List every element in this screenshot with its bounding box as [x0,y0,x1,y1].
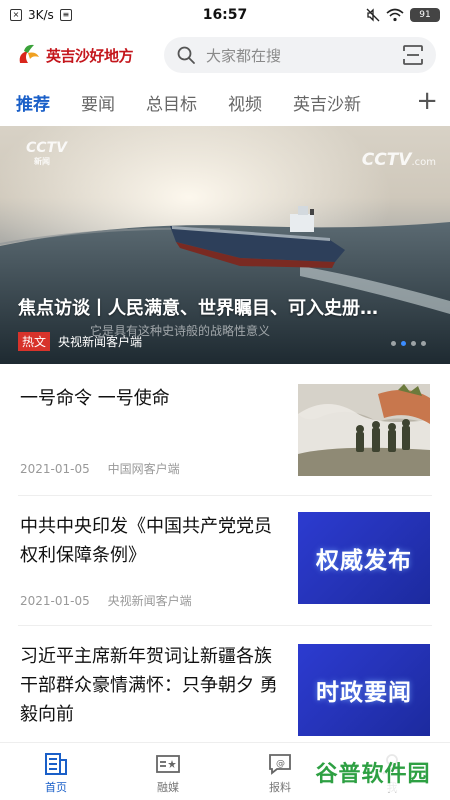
article-meta: 2021-01-05 中国网客户端 [20,460,194,477]
channel-tabs: 推荐 要闻 总目标 视频 英吉沙新 + [0,80,450,124]
battery-icon: 91 [410,8,440,22]
article-title[interactable]: 中共中央印发《中国共产党党员权利保障条例》 [20,512,285,570]
tab-video[interactable]: 视频 [228,90,262,115]
wifi-icon [386,8,404,22]
scan-icon[interactable] [402,44,424,66]
notification-icon: × [10,9,22,21]
cctv-news-logo: CCTV 新闻 [26,140,67,166]
nav-label: 融媒 [157,781,179,794]
article-source: 央视新闻客户端 [107,594,192,608]
nav-label: 报料 [269,781,291,794]
hero-banner[interactable]: CCTV 新闻 CCTV.com 它是具有这种史诗般的战略性意义 焦点访谈丨人民满… [0,126,450,364]
report-icon: @ [269,754,291,775]
media-icon [156,755,180,773]
app-logo[interactable]: 英吉沙好地方 [14,41,154,69]
app-header: 英吉沙好地方 大家都在搜 [0,30,450,80]
cctv-com-logo: CCTV.com [361,150,436,170]
add-channel-icon[interactable]: + [416,88,438,114]
article-thumbnail[interactable]: 时政要闻 [298,644,430,736]
hero-title[interactable]: 焦点访谈丨人民满意、世界瞩目、可入史册… [18,294,428,320]
tab-headlines[interactable]: 要闻 [81,90,115,115]
hot-badge: 热文 [18,332,51,351]
message-icon: ≡ [59,9,72,21]
article-meta: 2021-01-05 央视新闻客户端 [20,592,206,609]
tab-local-news[interactable]: 英吉沙新 [293,90,371,115]
watermark: 谷普软件园 [305,752,441,792]
divider [18,625,432,626]
divider [18,495,432,496]
carousel-dot[interactable] [421,341,426,346]
article-thumbnail[interactable]: 权威发布 [298,512,430,604]
thumbnail-text: 时政要闻 [316,680,412,706]
search-input[interactable]: 大家都在搜 [206,45,402,66]
nav-label: 首页 [45,781,67,794]
status-left: × 3K/s ≡ [10,8,72,22]
tab-recommend[interactable]: 推荐 [16,90,50,115]
soldiers-photo [298,384,430,476]
carousel-dot-active[interactable] [401,341,406,346]
carousel-dot[interactable] [391,341,396,346]
app-name: 英吉沙好地方 [46,46,134,65]
article-source: 中国网客户端 [107,462,180,476]
mute-icon [366,8,380,22]
tab-goals[interactable]: 总目标 [146,90,197,115]
article-thumbnail[interactable] [298,384,430,476]
hero-source: 央视新闻客户端 [58,335,143,349]
net-speed: 3K/s [28,8,54,22]
search-bar[interactable]: 大家都在搜 [164,37,436,73]
svg-text:@: @ [276,759,285,769]
search-icon [177,46,195,64]
thumbnail-text: 权威发布 [316,548,412,574]
carousel-dot[interactable] [411,341,416,346]
article-date: 2021-01-05 [20,594,90,608]
hero-meta: 热文 央视新闻客户端 [18,332,142,351]
carousel-dots [391,341,426,346]
status-bar: × 3K/s ≡ 16:57 91 [0,0,450,30]
home-icon [45,753,67,775]
article-card[interactable]: 一号命令 一号使命 2021-01-05 中国网客户端 [0,384,450,508]
status-right: 91 [366,8,440,22]
nav-media[interactable]: 融媒 [112,743,224,800]
article-date: 2021-01-05 [20,462,90,476]
nav-home[interactable]: 首页 [0,743,112,800]
article-title[interactable]: 一号命令 一号使命 [20,384,285,413]
article-title[interactable]: 习近平主席新年贺词让新疆各族干部群众豪情满怀：只争朝夕 勇毅向前 [20,642,285,729]
logo-mark-icon [19,44,39,63]
article-card[interactable]: 中共中央印发《中国共产党党员权利保障条例》 2021-01-05 央视新闻客户端… [0,512,450,636]
